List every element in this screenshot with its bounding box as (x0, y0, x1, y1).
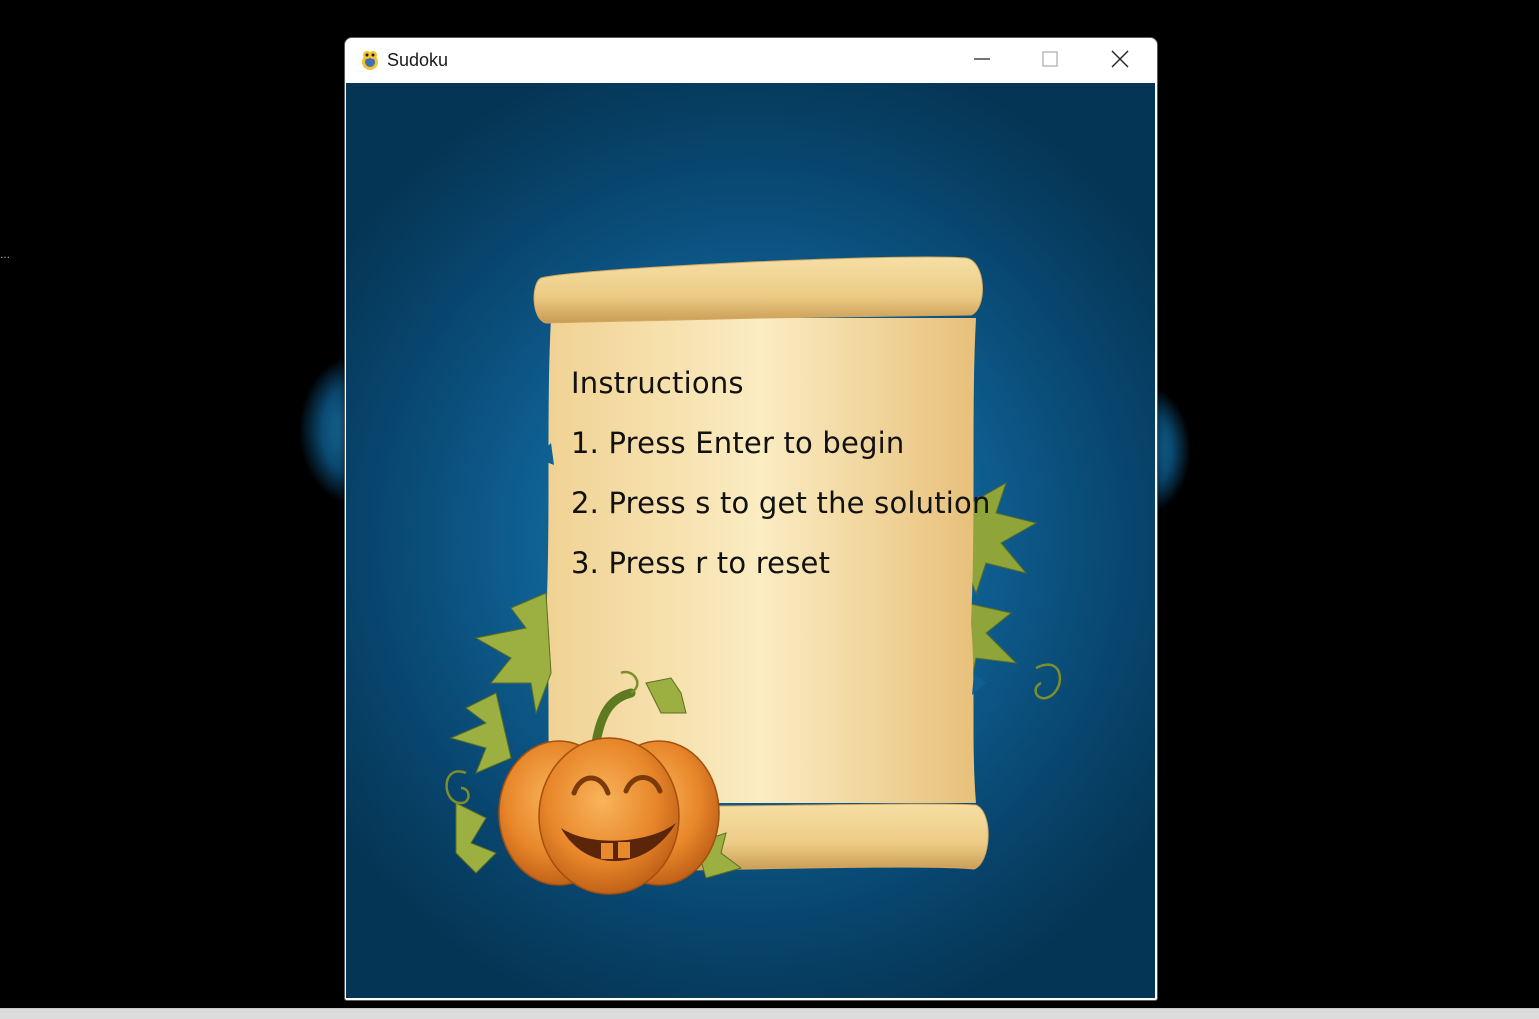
taskbar-edge (0, 1008, 1539, 1019)
desktop-dots: … (0, 250, 10, 261)
title-bar[interactable]: Sudoku (345, 38, 1157, 83)
instructions-heading: Instructions (571, 366, 744, 400)
game-canvas[interactable]: Instructions 1. Press Enter to begin 2. … (346, 83, 1155, 998)
maximize-icon (1042, 50, 1058, 71)
instruction-step-1: 1. Press Enter to begin (571, 426, 905, 460)
close-icon (1111, 50, 1129, 72)
pygame-snake-icon (358, 48, 382, 72)
minimize-button[interactable] (949, 38, 1015, 83)
maximize-button[interactable] (1017, 38, 1083, 83)
instruction-step-3: 3. Press r to reset (571, 546, 831, 580)
instruction-step-2: 2. Press s to get the solution (571, 486, 991, 520)
window-title: Sudoku (387, 50, 449, 70)
minimize-icon (974, 51, 990, 71)
sudoku-window: Sudoku Instructions 1. Press Enter to be… (344, 37, 1158, 1001)
close-button[interactable] (1087, 38, 1153, 83)
scroll-illustration (445, 256, 1062, 895)
